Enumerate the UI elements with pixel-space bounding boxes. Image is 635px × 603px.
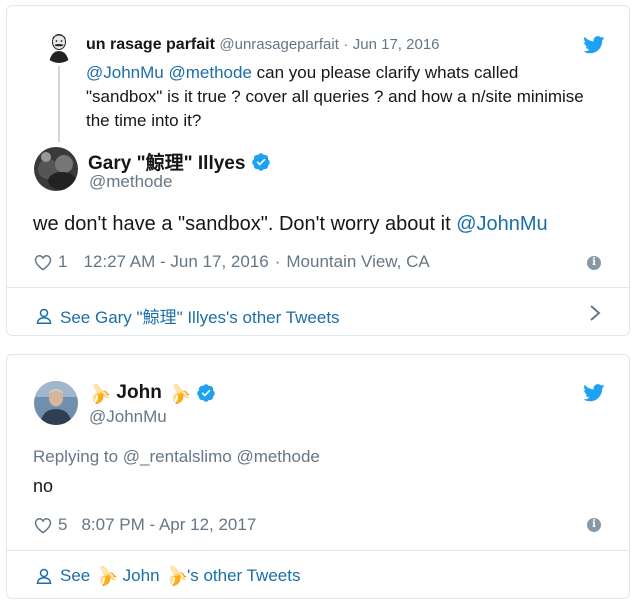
replying-to: Replying to @_rentalslimo @methode: [33, 447, 320, 467]
footer-suffix: 's other Tweets: [186, 565, 301, 585]
banana-emoji-icon: 🍌: [85, 379, 113, 406]
see-other-tweets-label: See Gary "鯨理" Illyes's other Tweets: [60, 308, 340, 327]
banana-emoji-icon: 🍌: [92, 561, 121, 589]
author-display-name[interactable]: Gary "鯨理" Illyes: [88, 148, 271, 175]
twitter-logo-icon[interactable]: [583, 36, 605, 54]
twitter-logo-icon[interactable]: [583, 384, 605, 402]
info-icon[interactable]: i: [587, 518, 601, 532]
tweet-meta: 5 8:07 PM - Apr 12, 2017: [34, 515, 256, 535]
author-name-text: Gary "鯨理" Illyes: [88, 153, 246, 174]
author-display-name[interactable]: 🍌 John 🍌: [85, 379, 216, 406]
person-icon: [36, 568, 52, 584]
tweet-mention-johnmu[interactable]: @JohnMu: [456, 213, 547, 235]
tweet-timestamp[interactable]: 12:27 AM - Jun 17, 2016: [83, 252, 268, 272]
footer-name: John: [122, 565, 160, 585]
reply-date[interactable]: Jun 17, 2016: [353, 36, 440, 53]
avatar-john[interactable]: [34, 381, 78, 425]
author-name-text: John: [116, 382, 162, 403]
tweet-meta: 1 12:27 AM - Jun 17, 2016 · Mountain Vie…: [34, 252, 430, 272]
see-other-tweets-link-john[interactable]: See 🍌 John 🍌 's other Tweets: [36, 561, 301, 589]
tweet-timestamp[interactable]: 8:07 PM - Apr 12, 2017: [81, 515, 256, 535]
tweet-text: no: [33, 476, 54, 496]
meta-separator: ·: [274, 252, 281, 271]
see-other-tweets-link-gary[interactable]: See Gary "鯨理" Illyes's other Tweets: [36, 303, 340, 328]
tweet-card-gary: un rasage parfait @unrasageparfait · Jun…: [6, 5, 630, 336]
replying-mention-methode[interactable]: @methode: [236, 447, 319, 466]
reply-text-line2: "sandbox" is it true ? cover all queries…: [86, 87, 584, 106]
tweet-text: we don't have a "sandbox". Don't worry a…: [33, 213, 548, 236]
replying-prefix: Replying to: [33, 447, 119, 466]
reply-author-name[interactable]: un rasage parfait: [86, 36, 215, 53]
footer-divider: [7, 550, 629, 551]
replying-mention-rentalslimo[interactable]: @_rentalslimo: [123, 447, 232, 466]
thread-connector: [58, 66, 60, 142]
author-handle[interactable]: @methode: [89, 172, 172, 192]
banana-emoji-icon: 🍌: [161, 561, 190, 589]
reply-text-line1: can you please clarify whats called: [256, 63, 519, 82]
footer-divider: [7, 287, 629, 288]
verified-badge-icon: [251, 152, 271, 172]
footer-prefix: See: [60, 565, 91, 585]
avatar-gary[interactable]: [34, 147, 78, 191]
verified-badge-icon: [196, 383, 216, 403]
like-count[interactable]: 1: [58, 252, 67, 272]
person-icon: [36, 308, 52, 324]
info-icon[interactable]: i: [587, 256, 601, 270]
tweet-body: we don't have a "sandbox". Don't worry a…: [33, 213, 451, 235]
reply-text: @JohnMu @methode can you please clarify …: [86, 61, 616, 133]
author-handle[interactable]: @JohnMu: [89, 407, 167, 427]
chevron-right-icon[interactable]: [588, 304, 602, 327]
reply-header: un rasage parfait @unrasageparfait · Jun…: [86, 36, 440, 54]
tweet-location[interactable]: Mountain View, CA: [286, 252, 429, 272]
reply-separator: ·: [343, 36, 349, 53]
heart-icon[interactable]: [34, 254, 52, 271]
avatar-unrasageparfait[interactable]: [43, 31, 75, 63]
tweet-card-john: 🍌 John 🍌 @JohnMu Replying to @_rentalsli…: [6, 354, 630, 599]
banana-emoji-icon: 🍌: [164, 379, 193, 406]
reply-mention-johnmu[interactable]: @JohnMu: [86, 63, 164, 82]
heart-icon[interactable]: [34, 517, 52, 534]
reply-author-handle[interactable]: @unrasageparfait: [219, 36, 338, 53]
like-count[interactable]: 5: [58, 515, 67, 535]
reply-mention-methode[interactable]: @methode: [168, 63, 251, 82]
reply-text-line3: the time into it?: [86, 111, 202, 130]
